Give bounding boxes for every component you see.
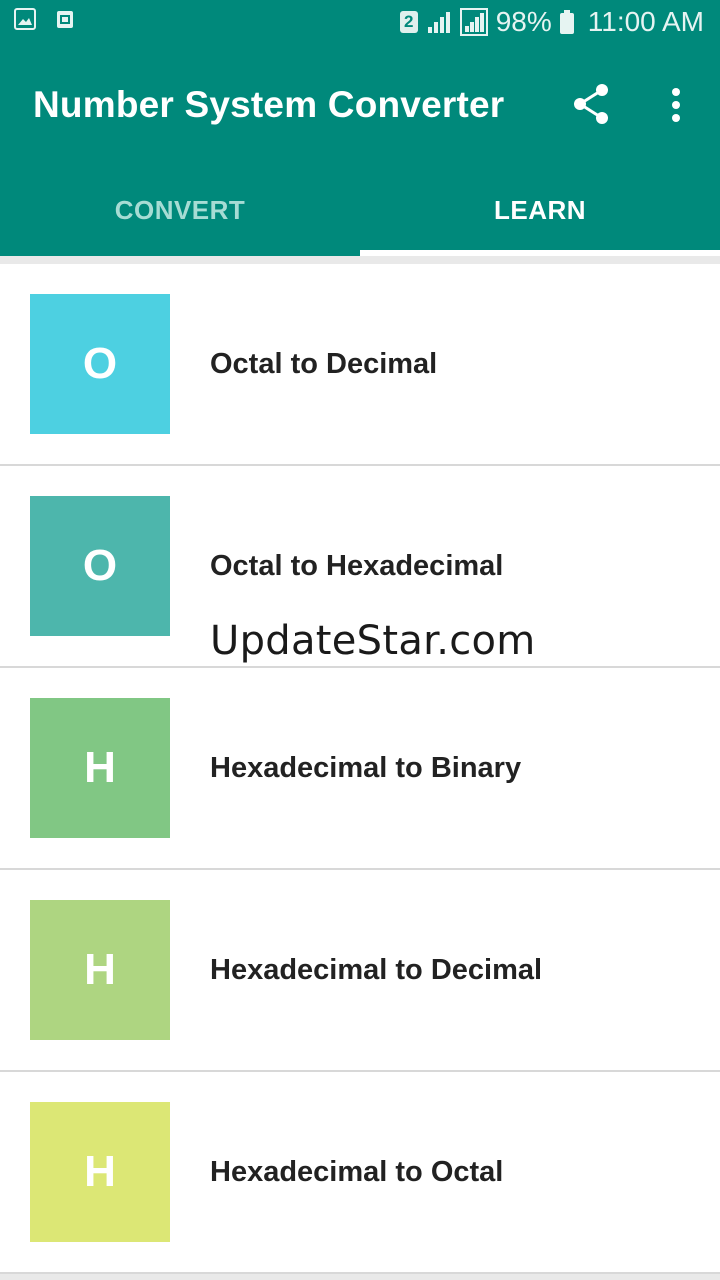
list-item[interactable]: H Hexadecimal to Decimal bbox=[0, 870, 720, 1072]
battery-percent: 98% bbox=[495, 6, 552, 37]
tab-learn[interactable]: LEARN bbox=[360, 174, 720, 256]
list-item[interactable]: H Hexadecimal to Binary bbox=[0, 668, 720, 870]
gallery-icon bbox=[14, 8, 36, 30]
app-title: Number System Converter bbox=[33, 84, 505, 125]
letter-tile: H bbox=[30, 698, 170, 838]
watermark: UpdateStar.com bbox=[210, 618, 536, 664]
share-icon[interactable] bbox=[568, 80, 616, 128]
tab-indicator bbox=[360, 250, 720, 256]
letter-tile: H bbox=[30, 900, 170, 1040]
more-vert-icon[interactable] bbox=[660, 84, 692, 128]
signal-icon-2 bbox=[459, 8, 488, 36]
list-item[interactable]: H Hexadecimal to Octal bbox=[0, 1072, 720, 1274]
signal-icon bbox=[427, 12, 450, 33]
list-item[interactable]: O Octal to Decimal bbox=[0, 264, 720, 466]
status-bar: 2 98% 11:00 AM bbox=[0, 0, 720, 48]
list-item-label: Octal to Decimal bbox=[210, 348, 438, 380]
letter-tile: O bbox=[30, 496, 170, 636]
list-item-label: Hexadecimal to Octal bbox=[210, 1156, 504, 1188]
battery-icon bbox=[559, 10, 574, 34]
app-notification-icon bbox=[57, 11, 73, 28]
tab-convert[interactable]: CONVERT bbox=[0, 174, 360, 256]
list-item-label: Hexadecimal to Binary bbox=[210, 752, 522, 784]
letter-tile: O bbox=[30, 294, 170, 434]
clock: 11:00 AM bbox=[587, 6, 704, 37]
sim-slot-badge: 2 bbox=[399, 11, 418, 33]
letter-tile: H bbox=[30, 1102, 170, 1242]
list-item-label: Hexadecimal to Decimal bbox=[210, 954, 543, 986]
tab-bar: CONVERT LEARN bbox=[0, 174, 720, 256]
app-bar: Number System Converter CONVERT LEARN bbox=[0, 48, 720, 256]
